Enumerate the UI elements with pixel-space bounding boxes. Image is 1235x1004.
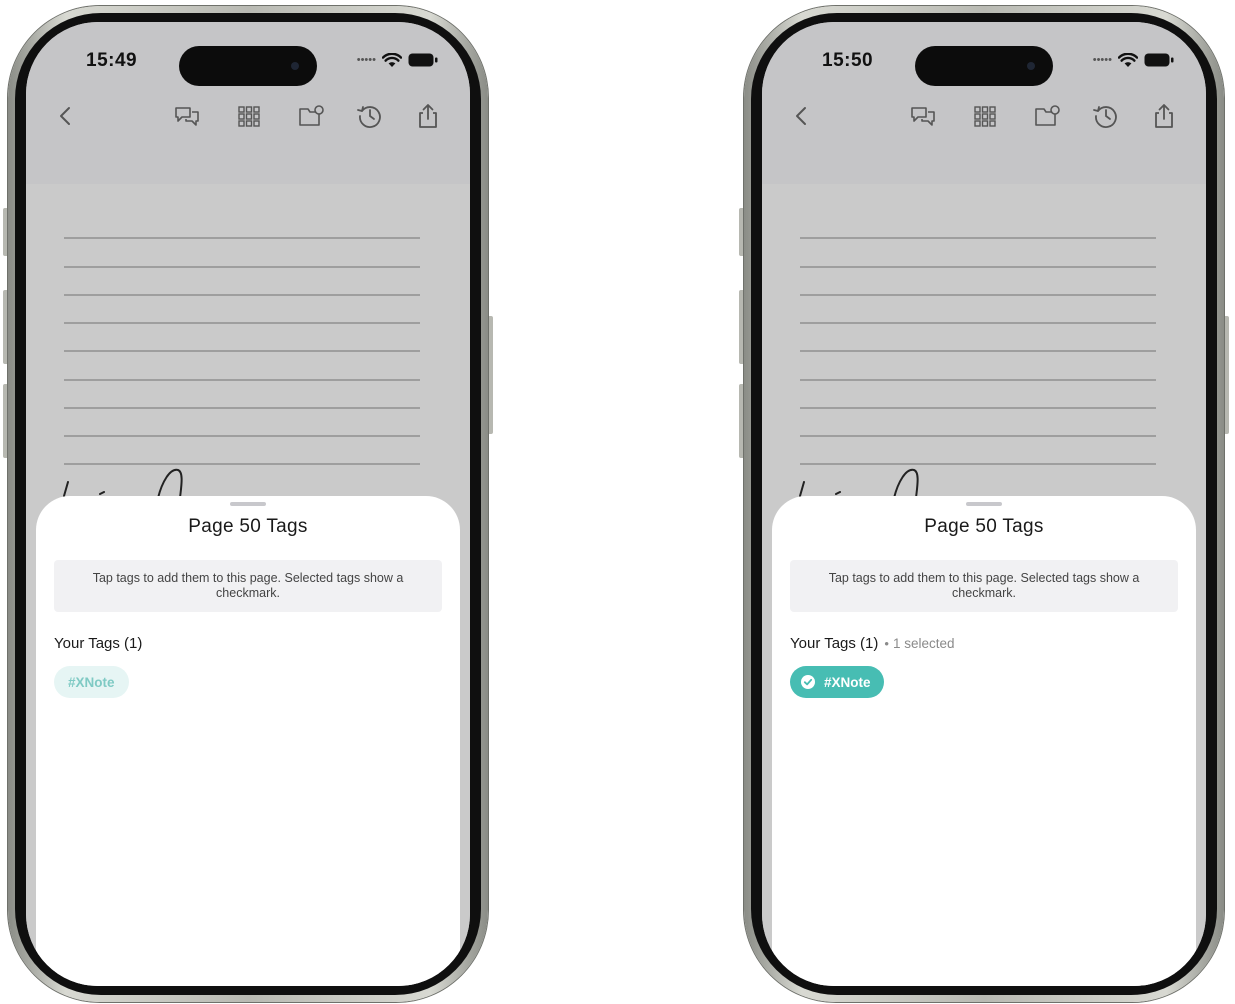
comments-icon[interactable] xyxy=(171,100,203,132)
signal-dots-icon: ••••• xyxy=(1092,53,1112,66)
sheet-grabber[interactable] xyxy=(230,502,266,506)
camera-dot xyxy=(1027,62,1035,70)
status-time: 15:49 xyxy=(86,50,138,71)
tags-heading-label: Your Tags (1) xyxy=(54,635,143,652)
tags-heading: Your Tags (1) • 1 selected xyxy=(790,635,955,652)
back-chevron-icon[interactable] xyxy=(50,100,82,132)
battery-icon xyxy=(1144,53,1174,67)
ruled-line xyxy=(64,322,420,324)
separator-dot: • xyxy=(884,636,889,651)
hint-text: Tap tags to add them to this page. Selec… xyxy=(92,571,404,600)
ruled-line xyxy=(64,350,420,352)
wifi-icon xyxy=(382,52,402,67)
ruled-line xyxy=(800,266,1156,268)
tag-chip-xnote[interactable]: #XNote xyxy=(54,666,129,698)
ruled-line xyxy=(64,407,420,409)
dynamic-island xyxy=(915,46,1053,86)
status-icons: ••••• xyxy=(357,52,438,68)
wifi-icon xyxy=(1118,52,1138,67)
tags-heading-label: Your Tags (1) xyxy=(790,635,879,652)
hint-box: Tap tags to add them to this page. Selec… xyxy=(790,560,1178,612)
phone-screen: 15:49 ••••• Page 50 Tags Tap tags to add… xyxy=(26,22,470,986)
ruled-line xyxy=(800,435,1156,437)
page-grid-icon[interactable] xyxy=(233,100,265,132)
signal-dots-icon: ••••• xyxy=(356,53,376,66)
checkmark-icon xyxy=(801,675,815,689)
selected-count: 1 selected xyxy=(892,636,955,651)
phone-screen: 15:50 ••••• Page 50 Tags Tap tags to add… xyxy=(762,22,1206,986)
ruled-line xyxy=(800,237,1156,239)
folder-tag-icon[interactable] xyxy=(295,100,327,132)
ruled-line xyxy=(64,266,420,268)
ruled-line xyxy=(800,294,1156,296)
ruled-line xyxy=(64,379,420,381)
tag-chip-label: #XNote xyxy=(824,674,871,690)
ruled-line xyxy=(800,379,1156,381)
battery-icon xyxy=(408,53,438,67)
folder-tag-icon[interactable] xyxy=(1031,100,1063,132)
status-time: 15:50 xyxy=(822,50,874,71)
share-icon[interactable] xyxy=(1148,100,1180,132)
sheet-grabber[interactable] xyxy=(966,502,1002,506)
camera-dot xyxy=(291,62,299,70)
page-grid-icon[interactable] xyxy=(969,100,1001,132)
history-icon[interactable] xyxy=(354,100,386,132)
tag-chip-label: #XNote xyxy=(68,674,115,690)
ruled-line xyxy=(800,350,1156,352)
status-icons: ••••• xyxy=(1093,52,1174,68)
tags-heading: Your Tags (1) xyxy=(54,635,142,652)
hint-text: Tap tags to add them to this page. Selec… xyxy=(828,571,1140,600)
share-icon[interactable] xyxy=(412,100,444,132)
sheet-title: Page 50 Tags xyxy=(924,516,1044,537)
hint-box: Tap tags to add them to this page. Selec… xyxy=(54,560,442,612)
tags-sheet: Page 50 Tags Tap tags to add them to thi… xyxy=(772,496,1196,986)
tags-sheet: Page 50 Tags Tap tags to add them to thi… xyxy=(36,496,460,986)
ruled-line xyxy=(64,237,420,239)
ruled-line xyxy=(64,294,420,296)
phone-left: 15:49 ••••• Page 50 Tags Tap tags to add… xyxy=(3,6,493,1002)
sheet-title: Page 50 Tags xyxy=(188,516,308,537)
ruled-line xyxy=(800,407,1156,409)
tag-chip-xnote[interactable]: #XNote xyxy=(790,666,884,698)
ruled-line xyxy=(64,435,420,437)
ruled-line xyxy=(800,322,1156,324)
comments-icon[interactable] xyxy=(907,100,939,132)
history-icon[interactable] xyxy=(1090,100,1122,132)
phone-right: 15:50 ••••• Page 50 Tags Tap tags to add… xyxy=(739,6,1229,1002)
back-chevron-icon[interactable] xyxy=(786,100,818,132)
dynamic-island xyxy=(179,46,317,86)
